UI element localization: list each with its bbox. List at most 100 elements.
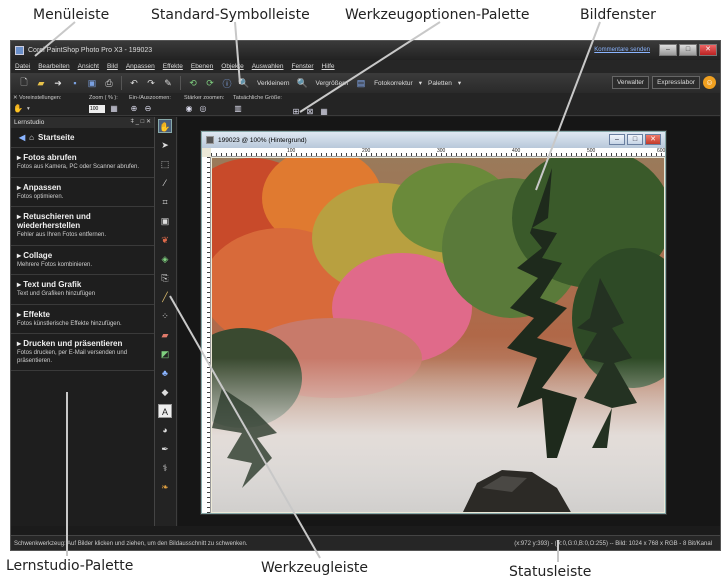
ruler-label: 400 bbox=[512, 148, 521, 154]
image-close-button[interactable]: ✕ bbox=[645, 134, 661, 145]
clone-tool-icon[interactable]: ⎘ bbox=[158, 271, 172, 285]
straighten-tool-icon[interactable]: ▣ bbox=[158, 214, 172, 228]
save-icon[interactable]: ▪ bbox=[68, 76, 82, 90]
paletten-menu[interactable]: Paletten bbox=[425, 80, 455, 87]
palette-controls[interactable]: ǂ _ □ ✕ bbox=[131, 117, 152, 128]
fit-image-icon[interactable]: ⊠ bbox=[305, 107, 315, 116]
menu-ebenen[interactable]: Ebenen bbox=[191, 63, 213, 70]
menu-anpassen[interactable]: Anpassen bbox=[126, 63, 155, 70]
menu-fenster[interactable]: Fenster bbox=[292, 63, 314, 70]
color-replacer-icon[interactable]: ◆ bbox=[158, 385, 172, 399]
zoom-label: Zoom ( % ): bbox=[89, 95, 118, 101]
close-options-icon[interactable]: ✕ bbox=[13, 95, 18, 101]
list-item[interactable]: ▸ Text und Grafik Text und Grafiken hinzu… bbox=[11, 275, 154, 305]
zoom-input[interactable]: 100 bbox=[89, 104, 105, 113]
zoom-in-small-icon[interactable]: ⊕ bbox=[129, 104, 139, 113]
screen-icon[interactable]: ▤ bbox=[354, 76, 368, 90]
section-title: Retuschieren und wiederherstellen bbox=[17, 212, 91, 230]
pick-tool-icon[interactable]: ➤ bbox=[158, 138, 172, 152]
back-icon[interactable]: ◀ bbox=[19, 133, 25, 142]
list-item[interactable]: ▸ Retuschieren und wiederherstellen Fehle… bbox=[11, 207, 154, 246]
app-logo-icon bbox=[15, 46, 24, 55]
home-title[interactable]: Startseite bbox=[38, 133, 74, 142]
list-item[interactable]: ▸ Drucken und präsentieren Fotos drucken,… bbox=[11, 334, 154, 371]
image-title-bar[interactable]: 199023 @ 100% (Hintergrund) – □ ✕ bbox=[202, 132, 665, 148]
menu-hilfe[interactable]: Hilfe bbox=[322, 63, 335, 70]
section-desc: Fotos aus Kamera, PC oder Scanner abrufe… bbox=[17, 164, 140, 170]
rotate-right-icon[interactable]: ⟳ bbox=[203, 76, 217, 90]
warp-brush-icon[interactable]: ⚕ bbox=[158, 461, 172, 475]
menu-bild[interactable]: Bild bbox=[107, 63, 118, 70]
expresslabor-button[interactable]: Expresslabor bbox=[652, 76, 700, 89]
makeover-tool-icon[interactable]: ◈ bbox=[158, 252, 172, 266]
zoom-out-icon[interactable]: 🔍 bbox=[237, 76, 251, 90]
section-desc: Fotos optimieren. bbox=[17, 193, 64, 200]
minimize-button[interactable]: – bbox=[659, 44, 677, 56]
save-as-icon[interactable]: ▣ bbox=[85, 76, 99, 90]
text-tool-icon[interactable]: A bbox=[158, 404, 172, 418]
fit-window-icon[interactable]: ⊞ bbox=[291, 107, 301, 116]
flood-fill-tool-icon[interactable]: ♣ bbox=[158, 366, 172, 380]
edit-icon[interactable]: ✎ bbox=[161, 76, 175, 90]
pen-tool-icon[interactable]: ✒ bbox=[158, 442, 172, 456]
red-eye-tool-icon[interactable]: ❦ bbox=[158, 233, 172, 247]
dropper-tool-icon[interactable]: ⁄ bbox=[158, 176, 172, 190]
menu-effekte[interactable]: Effekte bbox=[163, 63, 183, 70]
landscape-photo bbox=[212, 158, 664, 512]
list-item[interactable]: ▸ Fotos abrufen Fotos aus Kamera, PC oder… bbox=[11, 148, 154, 178]
chevron-down-icon[interactable]: ▾ bbox=[27, 106, 30, 112]
home-icon[interactable]: ⌂ bbox=[29, 133, 34, 142]
zoom-out-small-icon[interactable]: ⊖ bbox=[143, 104, 153, 113]
undo-icon[interactable]: ↶ bbox=[127, 76, 141, 90]
list-item[interactable]: ▸ Collage Mehrere Fotos kombinieren. bbox=[11, 246, 154, 275]
new-file-icon[interactable]: 🗋 bbox=[17, 76, 31, 90]
list-item[interactable]: ▸ Anpassen Fotos optimieren. bbox=[11, 178, 154, 207]
menu-datei[interactable]: Datei bbox=[15, 63, 30, 70]
crop-tool-icon[interactable]: ⌗ bbox=[158, 195, 172, 209]
redo-icon[interactable]: ↷ bbox=[144, 76, 158, 90]
menu-objekte[interactable]: Objekte bbox=[221, 63, 243, 70]
rotate-left-icon[interactable]: ⟲ bbox=[186, 76, 200, 90]
help-orange-icon[interactable]: ☺ bbox=[703, 76, 716, 89]
chevron-down-icon: ▾ bbox=[418, 80, 422, 87]
picture-tube-icon[interactable]: ❧ bbox=[158, 480, 172, 494]
dodge-tool-icon[interactable]: ⁘ bbox=[158, 309, 172, 323]
background-eraser-icon[interactable]: ◩ bbox=[158, 347, 172, 361]
zoom-in-icon[interactable]: 🔍 bbox=[296, 76, 310, 90]
zoom-stepper-icon[interactable]: ▦ bbox=[109, 104, 119, 113]
pan-hand-icon[interactable]: ✋ bbox=[13, 104, 23, 113]
info-icon[interactable]: ⓘ bbox=[220, 76, 234, 90]
ein-auszoomen-label: Ein-/Auszoomen: bbox=[129, 95, 171, 101]
tools-toolbar: ✋ ➤ ⬚ ⁄ ⌗ ▣ ❦ ◈ ⎘ ╱ ⁘ ▰ ◩ ♣ ◆ A ◕ ✒ ⚕ ❧ bbox=[155, 117, 177, 526]
fotokorrektur-menu[interactable]: Fotokorrektur bbox=[371, 80, 416, 87]
tatsaechliche-groesse-label: Tatsächliche Größe: bbox=[233, 95, 282, 101]
photo-canvas[interactable] bbox=[212, 158, 664, 512]
list-item[interactable]: ▸ Effekte Fotos künstlerische Effekte hin… bbox=[11, 305, 154, 334]
shape-tool-icon[interactable]: ◕ bbox=[158, 423, 172, 437]
verwalter-button[interactable]: Verwalter bbox=[611, 76, 650, 89]
menu-bearbeiten[interactable]: Bearbeiten bbox=[38, 63, 69, 70]
zoom-less-icon[interactable]: ◎ bbox=[198, 104, 208, 113]
menu-ansicht[interactable]: Ansicht bbox=[78, 63, 99, 70]
close-button[interactable]: ✕ bbox=[699, 44, 717, 56]
image-window[interactable]: 199023 @ 100% (Hintergrund) – □ ✕ 100 20… bbox=[201, 131, 666, 514]
browse-icon[interactable]: ➜ bbox=[51, 76, 65, 90]
actual-size-icon[interactable]: ▥ bbox=[233, 104, 243, 113]
callout-standard-symbolleiste: Standard-Symbolleiste bbox=[151, 7, 310, 23]
pan-tool-icon[interactable]: ✋ bbox=[158, 119, 172, 133]
image-maximize-button[interactable]: □ bbox=[627, 134, 643, 145]
paint-brush-tool-icon[interactable]: ╱ bbox=[158, 290, 172, 304]
menu-auswahlen[interactable]: Auswahlen bbox=[252, 63, 284, 70]
open-folder-icon[interactable]: ▰ bbox=[34, 76, 48, 90]
selection-tool-icon[interactable]: ⬚ bbox=[158, 157, 172, 171]
feedback-link[interactable]: Kommentare senden bbox=[594, 47, 650, 53]
zoom-more-icon[interactable]: ◉ bbox=[184, 104, 194, 113]
print-icon[interactable]: ⎙ bbox=[102, 76, 116, 90]
maximize-button[interactable]: □ bbox=[679, 44, 697, 56]
callout-bildfenster: Bildfenster bbox=[580, 7, 656, 23]
vergroessern-button[interactable]: Vergrößern bbox=[313, 80, 352, 87]
eraser-tool-icon[interactable]: ▰ bbox=[158, 328, 172, 342]
verkleinern-button[interactable]: Verkleinern bbox=[254, 80, 293, 87]
image-minimize-button[interactable]: – bbox=[609, 134, 625, 145]
full-screen-icon[interactable]: ▦ bbox=[319, 107, 329, 116]
